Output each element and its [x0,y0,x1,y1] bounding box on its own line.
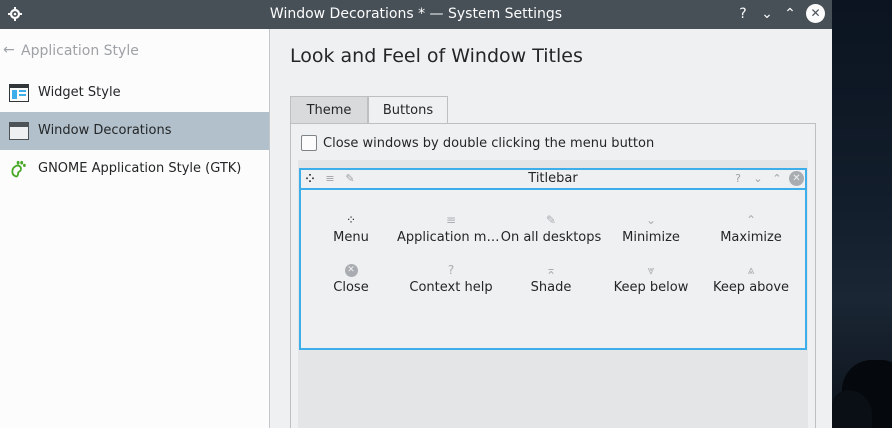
tab-theme[interactable]: Theme [290,96,368,124]
back-button[interactable]: ← Application Style [0,37,270,65]
available-button-label: Shade [530,280,572,295]
checkbox-box[interactable] [301,135,317,151]
available-button-label: Context help [409,280,493,295]
sidebar-item-gnome-gtk[interactable]: GNOME Application Style (GTK) [0,150,269,188]
gnome-foot-icon [11,160,26,178]
available-button-keep-below[interactable]: ⩔ Keep below [601,262,701,302]
button-layout-editor: ⁘ ≡ ✎ Titlebar ? ⌄ ⌃ ✕ ⁘ Menu ≡ Applicat… [298,160,808,428]
close-icon[interactable]: ✕ [789,171,804,186]
menu-icon: ⁘ [345,213,357,227]
desktop-background [832,0,892,428]
help-icon[interactable]: ? [731,171,745,187]
sidebar-item-widget-style[interactable]: Widget Style [0,74,269,112]
sidebar: ← Application Style Widget Style Window … [0,29,270,428]
available-button-close[interactable]: ✕ Close [301,262,401,302]
available-button-label: Keep below [613,280,689,295]
available-button-context-help[interactable]: ? Context help [401,262,501,302]
available-button-shade[interactable]: ⌅ Shade [501,262,601,302]
sidebar-item-label: Widget Style [38,85,121,100]
available-button-label: Minimize [622,230,680,245]
available-button-label: Application menu [397,230,505,245]
available-button-maximize[interactable]: ⌃ Maximize [701,212,801,252]
sidebar-item-window-decorations[interactable]: Window Decorations [0,112,269,150]
available-button-application-menu[interactable]: ≡ Application menu [397,212,505,252]
window-titlebar[interactable]: Window Decorations * — System Settings ?… [0,0,832,29]
system-settings-window: Window Decorations * — System Settings ?… [0,0,832,428]
maximize-icon: ⌃ [745,213,757,227]
maximize-button[interactable]: ⌃ [781,5,799,23]
window-decorations-icon [9,122,29,140]
preview-titlebar-title: Titlebar [528,171,578,186]
minimize-icon: ⌄ [645,213,657,227]
available-buttons-area: ⁘ Menu ≡ Application menu ✎ On all deskt… [299,190,807,350]
pin-icon: ✎ [545,213,557,227]
checkbox-label[interactable]: Close windows by double clicking the men… [323,136,654,151]
sidebar-item-label: GNOME Application Style (GTK) [38,161,242,176]
window-title: Window Decorations * — System Settings [269,6,563,22]
application-menu-icon: ≡ [445,213,457,227]
arrow-left-icon: ← [3,42,15,58]
help-icon: ? [447,263,455,277]
available-button-minimize[interactable]: ⌄ Minimize [601,212,701,252]
keep-below-icon: ⩔ [647,263,655,277]
tab-buttons[interactable]: Buttons [368,96,448,125]
available-button-label: On all desktops [500,230,602,245]
minimize-button[interactable]: ⌄ [758,5,776,23]
widget-style-icon [9,84,29,102]
maximize-icon[interactable]: ⌃ [770,171,784,187]
help-button[interactable]: ? [734,5,752,23]
available-button-label: Close [333,280,369,295]
close-button[interactable]: ✕ [806,4,825,23]
sidebar-item-label: Window Decorations [38,123,172,138]
close-icon: ✕ [301,262,401,278]
preview-titlebar[interactable]: ⁘ ≡ ✎ Titlebar ? ⌄ ⌃ ✕ [299,168,807,190]
main-content: Look and Feel of Window Titles Theme But… [271,29,832,428]
available-button-keep-above[interactable]: ⩓ Keep above [701,262,801,302]
available-button-on-all-desktops[interactable]: ✎ On all desktops [501,212,602,252]
minimize-icon[interactable]: ⌄ [751,171,765,187]
page-title: Look and Feel of Window Titles [290,45,583,67]
back-label: Application Style [21,43,139,59]
available-button-menu[interactable]: ⁘ Menu [301,212,401,252]
available-button-label: Keep above [712,280,790,295]
available-button-label: Menu [333,230,369,245]
keep-above-icon: ⩓ [747,263,755,277]
shade-icon: ⌅ [545,263,557,277]
available-button-label: Maximize [720,230,782,245]
buttons-tab-panel: Close windows by double clicking the men… [290,123,816,428]
